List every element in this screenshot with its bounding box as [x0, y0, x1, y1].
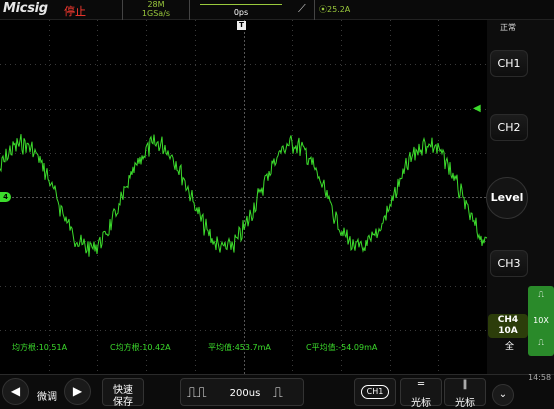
ch4-scale: 10A [498, 326, 518, 336]
chevron-down-icon[interactable]: ⌄ [492, 384, 514, 406]
pulse-icon: ⎍ [538, 290, 544, 299]
quick-save-button[interactable]: 快速 保存 [102, 378, 144, 408]
ch3-button[interactable]: CH3 [490, 250, 528, 277]
horizontal-delay[interactable]: 0ps [196, 0, 286, 20]
probe-strip[interactable]: ⎍ 10X ⎍ [528, 286, 554, 356]
channel-4-trace [0, 134, 487, 257]
vertical-cursor-icon: ‖ [462, 379, 468, 390]
measurement-cycle-mean[interactable]: C平均值:-54.09mA [306, 342, 377, 353]
waveform-canvas [0, 20, 487, 374]
top-status-bar: Micsig 停止 28M 1GSa/s 0ps ⟋ ⦿25.2A [0, 0, 554, 20]
measurement-rms[interactable]: 均方根:10.51A [12, 342, 67, 353]
arrow-left-icon[interactable]: ◀ [2, 378, 29, 405]
timeline-bar [200, 4, 282, 5]
brand-logo: Micsig [3, 1, 48, 16]
acquisition-info[interactable]: 28M 1GSa/s [122, 0, 190, 20]
trigger-mode[interactable]: 正常 [500, 22, 516, 33]
trigger-level: ⦿25.2A [319, 5, 351, 14]
timebase-control[interactable]: ⎍⎍ 200us ⎍ [180, 378, 304, 406]
cursor-horizontal-label: 光标 [411, 398, 431, 409]
trigger-level-marker[interactable]: ◀ [473, 103, 481, 114]
sample-rate: 1GSa/s [141, 9, 171, 18]
trigger-time-marker[interactable]: T [237, 21, 246, 30]
ch4-button[interactable]: CH4 10A [488, 314, 528, 338]
pulse-wide-icon[interactable]: ⎍ [273, 385, 283, 401]
sample-depth: 28M [147, 0, 165, 9]
horizontal-cursor-icon: ═ [417, 379, 425, 390]
channel-4-marker[interactable]: 4 [0, 192, 11, 202]
channel-select-label: CH1 [361, 385, 389, 399]
ch1-button[interactable]: CH1 [490, 50, 528, 77]
level-button[interactable]: Level [486, 177, 528, 219]
arrow-right-icon[interactable]: ▶ [64, 378, 91, 405]
cursor-vertical-label: 光标 [455, 398, 475, 409]
cursor-vertical-button[interactable]: ‖ 光标 [444, 378, 486, 409]
measurement-cycle-rms[interactable]: C均方根:10.42A [110, 342, 171, 353]
channel-select-button[interactable]: CH1 [354, 378, 396, 406]
fine-adjust-label: 微调 [37, 392, 57, 403]
pulse-narrow-icon[interactable]: ⎍⎍ [187, 385, 207, 401]
ch2-button[interactable]: CH2 [490, 114, 528, 141]
quick-save-line2: 保存 [113, 397, 133, 408]
pulse-icon: ⎍ [538, 338, 544, 347]
cursor-horizontal-button[interactable]: ═ 光标 [400, 378, 442, 409]
clock: 14:58 [528, 373, 552, 382]
run-status[interactable]: 停止 [64, 3, 86, 19]
probe-factor: 10X [533, 316, 549, 325]
measurement-mean[interactable]: 平均值:453.7mA [208, 342, 271, 353]
ch4-coupling: 全 [505, 342, 515, 352]
channel-marker-label: 4 [3, 193, 8, 201]
delay-value: 0ps [233, 8, 249, 17]
scope-display[interactable] [0, 20, 487, 374]
ch4-label: CH4 [497, 315, 519, 325]
timebase-value: 200us [229, 388, 261, 399]
rising-edge-icon[interactable]: ⟋ [298, 2, 306, 16]
trigger-info[interactable]: ⦿25.2A [314, 0, 554, 20]
